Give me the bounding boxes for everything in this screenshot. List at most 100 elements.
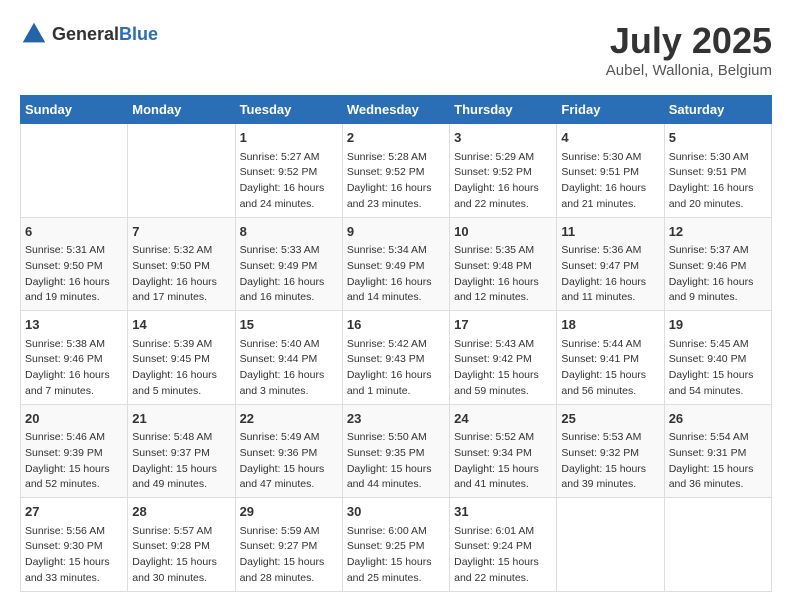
cell-info: Daylight: 16 hours and 22 minutes.: [454, 181, 552, 213]
cell-info: Sunrise: 5:56 AM: [25, 524, 123, 540]
calendar-cell: [664, 498, 771, 592]
cell-info: Sunset: 9:44 PM: [240, 352, 338, 368]
calendar-cell: 9Sunrise: 5:34 AMSunset: 9:49 PMDaylight…: [342, 217, 449, 311]
cell-info: Daylight: 16 hours and 16 minutes.: [240, 275, 338, 307]
cell-info: Daylight: 15 hours and 25 minutes.: [347, 555, 445, 587]
calendar-cell: 12Sunrise: 5:37 AMSunset: 9:46 PMDayligh…: [664, 217, 771, 311]
day-number: 30: [347, 502, 445, 522]
cell-info: Daylight: 16 hours and 1 minute.: [347, 368, 445, 400]
day-number: 20: [25, 409, 123, 429]
calendar-cell: 8Sunrise: 5:33 AMSunset: 9:49 PMDaylight…: [235, 217, 342, 311]
day-number: 22: [240, 409, 338, 429]
logo: GeneralBlue: [20, 20, 158, 48]
header-day-tuesday: Tuesday: [235, 96, 342, 124]
calendar-cell: 23Sunrise: 5:50 AMSunset: 9:35 PMDayligh…: [342, 404, 449, 498]
cell-info: Daylight: 15 hours and 41 minutes.: [454, 462, 552, 494]
cell-info: Daylight: 15 hours and 52 minutes.: [25, 462, 123, 494]
cell-info: Sunset: 9:52 PM: [454, 165, 552, 181]
cell-info: Sunrise: 5:28 AM: [347, 150, 445, 166]
calendar-cell: 13Sunrise: 5:38 AMSunset: 9:46 PMDayligh…: [21, 311, 128, 405]
cell-info: Daylight: 16 hours and 9 minutes.: [669, 275, 767, 307]
calendar-cell: [128, 124, 235, 218]
day-number: 19: [669, 315, 767, 335]
day-number: 16: [347, 315, 445, 335]
cell-info: Sunset: 9:35 PM: [347, 446, 445, 462]
calendar-cell: 30Sunrise: 6:00 AMSunset: 9:25 PMDayligh…: [342, 498, 449, 592]
cell-info: Daylight: 16 hours and 20 minutes.: [669, 181, 767, 213]
day-number: 24: [454, 409, 552, 429]
header-day-friday: Friday: [557, 96, 664, 124]
cell-info: Sunrise: 5:48 AM: [132, 430, 230, 446]
cell-info: Sunset: 9:50 PM: [132, 259, 230, 275]
cell-info: Sunset: 9:51 PM: [669, 165, 767, 181]
calendar-cell: 14Sunrise: 5:39 AMSunset: 9:45 PMDayligh…: [128, 311, 235, 405]
cell-info: Sunset: 9:49 PM: [347, 259, 445, 275]
cell-info: Daylight: 15 hours and 33 minutes.: [25, 555, 123, 587]
calendar-cell: 5Sunrise: 5:30 AMSunset: 9:51 PMDaylight…: [664, 124, 771, 218]
logo-general: General: [52, 24, 119, 44]
calendar-cell: 1Sunrise: 5:27 AMSunset: 9:52 PMDaylight…: [235, 124, 342, 218]
cell-info: Sunset: 9:42 PM: [454, 352, 552, 368]
cell-info: Sunset: 9:41 PM: [561, 352, 659, 368]
calendar-week-4: 20Sunrise: 5:46 AMSunset: 9:39 PMDayligh…: [21, 404, 772, 498]
page-header: GeneralBlue July 2025 Aubel, Wallonia, B…: [20, 20, 772, 79]
calendar-cell: 28Sunrise: 5:57 AMSunset: 9:28 PMDayligh…: [128, 498, 235, 592]
title-block: July 2025 Aubel, Wallonia, Belgium: [606, 20, 772, 79]
calendar-cell: 4Sunrise: 5:30 AMSunset: 9:51 PMDaylight…: [557, 124, 664, 218]
cell-info: Daylight: 15 hours and 39 minutes.: [561, 462, 659, 494]
day-number: 27: [25, 502, 123, 522]
calendar-cell: 31Sunrise: 6:01 AMSunset: 9:24 PMDayligh…: [450, 498, 557, 592]
calendar-week-2: 6Sunrise: 5:31 AMSunset: 9:50 PMDaylight…: [21, 217, 772, 311]
calendar-cell: [21, 124, 128, 218]
calendar-cell: 19Sunrise: 5:45 AMSunset: 9:40 PMDayligh…: [664, 311, 771, 405]
day-number: 29: [240, 502, 338, 522]
cell-info: Sunset: 9:45 PM: [132, 352, 230, 368]
day-number: 3: [454, 128, 552, 148]
cell-info: Sunrise: 5:54 AM: [669, 430, 767, 446]
cell-info: Sunrise: 5:49 AM: [240, 430, 338, 446]
cell-info: Sunrise: 5:30 AM: [669, 150, 767, 166]
cell-info: Sunrise: 5:53 AM: [561, 430, 659, 446]
cell-info: Sunset: 9:28 PM: [132, 539, 230, 555]
cell-info: Sunrise: 6:00 AM: [347, 524, 445, 540]
calendar-week-5: 27Sunrise: 5:56 AMSunset: 9:30 PMDayligh…: [21, 498, 772, 592]
cell-info: Sunrise: 5:34 AM: [347, 243, 445, 259]
day-number: 15: [240, 315, 338, 335]
cell-info: Sunset: 9:37 PM: [132, 446, 230, 462]
cell-info: Daylight: 16 hours and 24 minutes.: [240, 181, 338, 213]
day-number: 6: [25, 222, 123, 242]
day-number: 26: [669, 409, 767, 429]
calendar-week-1: 1Sunrise: 5:27 AMSunset: 9:52 PMDaylight…: [21, 124, 772, 218]
cell-info: Sunset: 9:46 PM: [669, 259, 767, 275]
cell-info: Sunrise: 5:38 AM: [25, 337, 123, 353]
cell-info: Sunset: 9:50 PM: [25, 259, 123, 275]
cell-info: Sunset: 9:31 PM: [669, 446, 767, 462]
calendar-week-3: 13Sunrise: 5:38 AMSunset: 9:46 PMDayligh…: [21, 311, 772, 405]
cell-info: Daylight: 15 hours and 47 minutes.: [240, 462, 338, 494]
cell-info: Daylight: 16 hours and 23 minutes.: [347, 181, 445, 213]
day-number: 1: [240, 128, 338, 148]
calendar-cell: 26Sunrise: 5:54 AMSunset: 9:31 PMDayligh…: [664, 404, 771, 498]
calendar-header-row: SundayMondayTuesdayWednesdayThursdayFrid…: [21, 96, 772, 124]
cell-info: Daylight: 16 hours and 17 minutes.: [132, 275, 230, 307]
cell-info: Sunset: 9:49 PM: [240, 259, 338, 275]
cell-info: Sunrise: 5:44 AM: [561, 337, 659, 353]
cell-info: Sunrise: 5:27 AM: [240, 150, 338, 166]
cell-info: Daylight: 16 hours and 14 minutes.: [347, 275, 445, 307]
cell-info: Sunrise: 5:29 AM: [454, 150, 552, 166]
calendar-cell: 3 Sunrise: 5:29 AMSunset: 9:52 PMDaylight…: [450, 124, 557, 218]
cell-info: Daylight: 15 hours and 59 minutes.: [454, 368, 552, 400]
cell-info: Daylight: 16 hours and 7 minutes.: [25, 368, 123, 400]
day-number: 4: [561, 128, 659, 148]
cell-info: Sunrise: 5:31 AM: [25, 243, 123, 259]
day-number: 10: [454, 222, 552, 242]
day-number: 31: [454, 502, 552, 522]
cell-info: Daylight: 16 hours and 21 minutes.: [561, 181, 659, 213]
cell-info: Daylight: 16 hours and 5 minutes.: [132, 368, 230, 400]
cell-info: Sunrise: 5:40 AM: [240, 337, 338, 353]
calendar-cell: 7Sunrise: 5:32 AMSunset: 9:50 PMDaylight…: [128, 217, 235, 311]
calendar-cell: 2Sunrise: 5:28 AMSunset: 9:52 PMDaylight…: [342, 124, 449, 218]
cell-info: Sunrise: 5:35 AM: [454, 243, 552, 259]
cell-info: Daylight: 16 hours and 12 minutes.: [454, 275, 552, 307]
day-number: 12: [669, 222, 767, 242]
